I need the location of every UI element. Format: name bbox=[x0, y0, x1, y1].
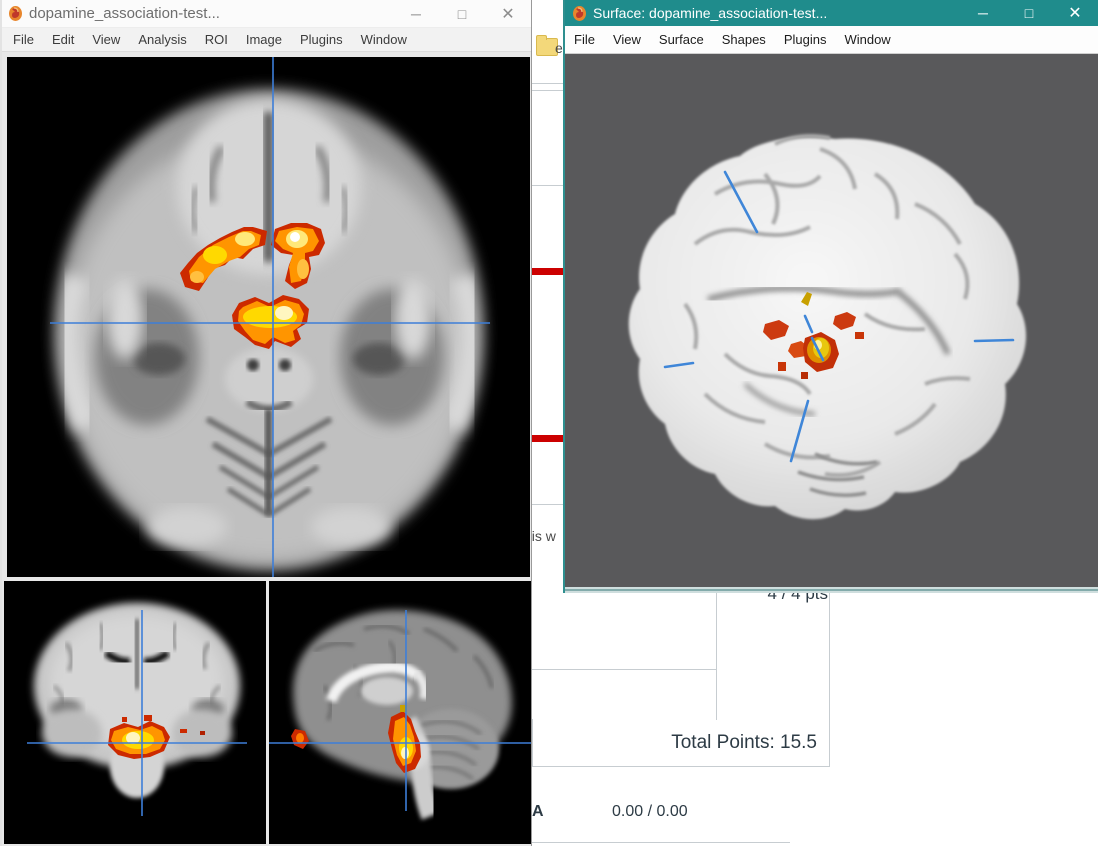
table-border bbox=[716, 593, 717, 720]
red-divider-bar bbox=[528, 268, 568, 275]
app-logo-icon bbox=[571, 5, 588, 22]
table-border bbox=[532, 669, 717, 670]
coronal-slice-panel[interactable] bbox=[4, 581, 266, 844]
sagittal-brain-image bbox=[269, 581, 531, 844]
divider bbox=[528, 90, 568, 91]
divider bbox=[528, 83, 568, 84]
partial-text-fragment: e bbox=[555, 40, 563, 56]
menu-image[interactable]: Image bbox=[237, 29, 291, 50]
surface-brain-render bbox=[565, 54, 1098, 587]
divider bbox=[528, 185, 568, 186]
total-points-row: Total Points: 15.5 bbox=[532, 719, 830, 767]
sagittal-slice-panel[interactable] bbox=[269, 581, 531, 844]
window-bottom-border bbox=[565, 587, 1098, 593]
menu-surface[interactable]: Surface bbox=[650, 29, 713, 50]
surface-titlebar[interactable]: Surface: dopamine_association-test... ─ … bbox=[565, 0, 1098, 26]
maximize-button[interactable]: □ bbox=[1006, 5, 1052, 21]
menu-window[interactable]: Window bbox=[835, 29, 899, 50]
minimize-button[interactable]: ─ bbox=[393, 6, 439, 22]
menu-window[interactable]: Window bbox=[352, 29, 416, 50]
maximize-button[interactable]: □ bbox=[439, 6, 485, 22]
menu-plugins[interactable]: Plugins bbox=[291, 29, 352, 50]
coronal-brain-image bbox=[4, 581, 266, 844]
close-button[interactable]: ✕ bbox=[485, 4, 531, 24]
viewer-content bbox=[2, 52, 531, 846]
window-title: dopamine_association-test... bbox=[29, 5, 220, 22]
menu-file[interactable]: File bbox=[565, 29, 604, 50]
menu-shapes[interactable]: Shapes bbox=[713, 29, 775, 50]
red-divider-bar bbox=[528, 435, 568, 442]
axial-slice-panel[interactable] bbox=[7, 57, 530, 577]
table-border bbox=[829, 593, 830, 720]
surface-menubar: File View Surface Shapes Plugins Window bbox=[565, 26, 1098, 54]
surface-render-view[interactable] bbox=[565, 54, 1098, 587]
menu-edit[interactable]: Edit bbox=[43, 29, 83, 50]
viewer-menubar: File Edit View Analysis ROI Image Plugin… bbox=[2, 28, 531, 52]
menu-roi[interactable]: ROI bbox=[196, 29, 237, 50]
minimize-button[interactable]: ─ bbox=[960, 5, 1006, 21]
score-value: 0.00 / 0.00 bbox=[612, 803, 688, 821]
viewer-titlebar[interactable]: dopamine_association-test... ─ □ ✕ bbox=[2, 0, 531, 28]
close-button[interactable]: ✕ bbox=[1052, 3, 1098, 23]
menu-file[interactable]: File bbox=[4, 29, 43, 50]
menu-view[interactable]: View bbox=[83, 29, 129, 50]
menu-analysis[interactable]: Analysis bbox=[129, 29, 195, 50]
menu-view[interactable]: View bbox=[604, 29, 650, 50]
axial-brain-image bbox=[7, 57, 530, 577]
menu-plugins[interactable]: Plugins bbox=[775, 29, 836, 50]
viewer-window: dopamine_association-test... ─ □ ✕ File … bbox=[0, 0, 532, 846]
divider bbox=[528, 504, 568, 505]
app-logo-icon bbox=[7, 5, 24, 22]
surface-window: Surface: dopamine_association-test... ─ … bbox=[563, 0, 1098, 593]
table-border bbox=[532, 842, 790, 843]
window-title: Surface: dopamine_association-test... bbox=[593, 5, 827, 21]
